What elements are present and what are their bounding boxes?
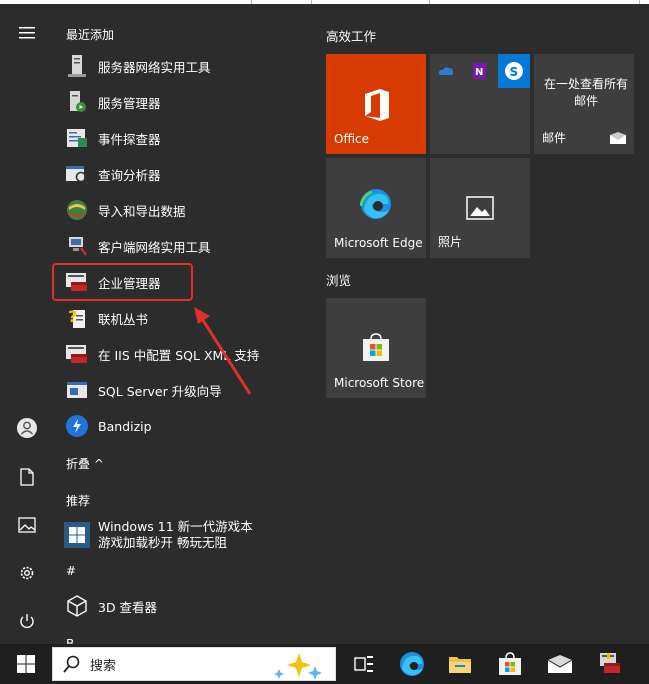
cube-3d-icon bbox=[64, 593, 90, 619]
pictures-icon[interactable] bbox=[14, 512, 40, 538]
tile-label: 照片 bbox=[438, 235, 463, 249]
list-item-server-network-utility[interactable]: 服务器网络实用工具 bbox=[64, 48, 304, 84]
list-item-iis-sqlxml[interactable]: 在 IIS 中配置 SQL XML 支持 bbox=[64, 336, 304, 372]
books-online-icon: ? bbox=[64, 305, 90, 331]
list-item-label: 客户端网络实用工具 bbox=[98, 239, 211, 255]
windows-ad-icon bbox=[64, 522, 90, 548]
svg-text:?: ? bbox=[68, 307, 77, 326]
tile-apps-folder[interactable]: N S bbox=[430, 54, 530, 154]
edge-icon bbox=[360, 189, 391, 219]
taskbar-edge-icon[interactable] bbox=[398, 650, 426, 678]
highlight-box bbox=[52, 263, 193, 301]
onenote-icon: N bbox=[473, 63, 486, 79]
group-browse-title[interactable]: 浏览 bbox=[326, 270, 351, 289]
list-item-label: 联机丛书 bbox=[98, 311, 149, 327]
mail-tile-text: 在一处查看所有邮件 bbox=[543, 77, 628, 108]
tile-mail[interactable]: 在一处查看所有邮件 邮件 bbox=[534, 54, 634, 154]
photos-icon bbox=[466, 196, 494, 220]
list-item-label: 导入和导出数据 bbox=[98, 203, 186, 219]
list-item-sql-upgrade-wizard[interactable]: SQL Server 升级向导 bbox=[64, 372, 304, 408]
store-icon bbox=[363, 333, 389, 361]
bandizip-icon bbox=[64, 413, 90, 439]
upgrade-wizard-icon bbox=[64, 377, 90, 403]
svg-text:S: S bbox=[510, 65, 519, 79]
list-item-query-analyzer[interactable]: 查询分析器 bbox=[64, 156, 304, 192]
document-icon[interactable] bbox=[14, 464, 40, 490]
annotation-arrow bbox=[194, 307, 252, 395]
app-list: 最近添加 服务器网络实用工具 服务管理器 事件探查器 查询分析器 导入和导出数据… bbox=[52, 4, 312, 644]
tile-label: Microsoft Edge bbox=[334, 236, 423, 250]
taskbar-enterprise-manager-icon[interactable] bbox=[596, 650, 624, 678]
tile-label: 邮件 bbox=[542, 131, 567, 145]
tile-label: Office bbox=[334, 132, 370, 146]
profiler-icon bbox=[64, 125, 90, 151]
menu-icon[interactable] bbox=[14, 20, 40, 46]
client-tool-icon bbox=[64, 233, 90, 259]
file-explorer-icon[interactable] bbox=[446, 650, 474, 678]
task-view-icon[interactable] bbox=[350, 650, 378, 678]
recent-header: 最近添加 bbox=[66, 28, 115, 42]
tile-office[interactable]: Office bbox=[326, 54, 426, 154]
list-item-label: 查询分析器 bbox=[98, 167, 161, 183]
start-menu: 最近添加 服务器网络实用工具 服务管理器 事件探查器 查询分析器 导入和导出数据… bbox=[0, 0, 649, 644]
settings-gear-icon[interactable] bbox=[14, 560, 40, 586]
tile-photos[interactable]: 照片 bbox=[430, 158, 530, 258]
office-icon bbox=[365, 89, 389, 121]
tiles-area: 高效工作 Office N S 在一处查看所有邮件 邮件 Microsoft E… bbox=[312, 4, 649, 644]
list-item-label: 服务器网络实用工具 bbox=[98, 59, 211, 75]
import-export-icon bbox=[64, 197, 90, 223]
list-item-label: 事件探查器 bbox=[98, 131, 161, 147]
power-icon[interactable] bbox=[14, 608, 40, 634]
taskbar-search-box[interactable]: 搜索 bbox=[52, 647, 336, 681]
b-header[interactable]: B bbox=[66, 637, 74, 644]
tile-label: Microsoft Store bbox=[334, 376, 425, 390]
iis-sqlxml-icon bbox=[64, 341, 90, 367]
list-item-import-export[interactable]: 导入和导出数据 bbox=[64, 192, 304, 228]
list-item-3d-viewer[interactable]: 3D 查看器 bbox=[64, 588, 304, 624]
list-item-client-network-utility[interactable]: 客户端网络实用工具 bbox=[64, 228, 304, 264]
list-item-service-manager[interactable]: 服务管理器 bbox=[64, 84, 304, 120]
onedrive-icon bbox=[438, 67, 454, 75]
service-manager-icon bbox=[64, 89, 90, 115]
search-icon bbox=[63, 655, 80, 673]
list-item-recommended-ad[interactable]: Windows 11 新一代游戏本 游戏加载秒开 畅玩无阻 bbox=[64, 515, 304, 555]
search-placeholder: 搜索 bbox=[90, 658, 117, 674]
skype-icon: S bbox=[505, 62, 523, 80]
list-item-label: 3D 查看器 bbox=[98, 599, 158, 615]
list-item-label: Bandizip bbox=[98, 418, 152, 434]
tile-edge[interactable]: Microsoft Edge bbox=[326, 158, 426, 258]
recommended-line1: Windows 11 新一代游戏本 bbox=[98, 519, 253, 534]
mail-envelope-icon bbox=[610, 132, 626, 144]
collapse-toggle[interactable]: 折叠 ^ bbox=[66, 455, 104, 472]
tile-store[interactable]: Microsoft Store bbox=[326, 298, 426, 398]
svg-text:N: N bbox=[475, 67, 483, 78]
list-item-label: 服务管理器 bbox=[98, 95, 161, 111]
windows-start-icon[interactable] bbox=[12, 650, 40, 678]
group-productivity-title[interactable]: 高效工作 bbox=[326, 26, 376, 45]
server-tool-icon bbox=[64, 53, 90, 79]
skype-tile: S bbox=[498, 54, 530, 88]
recommended-header: 推荐 bbox=[66, 494, 91, 508]
search-highlight-sparkle-icon bbox=[274, 653, 322, 679]
left-rail bbox=[0, 4, 52, 644]
list-item-books-online[interactable]: ? 联机丛书 bbox=[64, 300, 304, 336]
recommended-line2: 游戏加载秒开 畅玩无阻 bbox=[98, 535, 227, 550]
list-item-bandizip[interactable]: Bandizip bbox=[64, 408, 304, 444]
user-avatar-icon[interactable] bbox=[14, 415, 40, 441]
list-item-profiler[interactable]: 事件探查器 bbox=[64, 120, 304, 156]
hash-header[interactable]: # bbox=[66, 564, 76, 578]
taskbar-mail-icon[interactable] bbox=[546, 650, 574, 678]
taskbar-store-icon[interactable] bbox=[496, 650, 524, 678]
query-analyzer-icon bbox=[64, 161, 90, 187]
